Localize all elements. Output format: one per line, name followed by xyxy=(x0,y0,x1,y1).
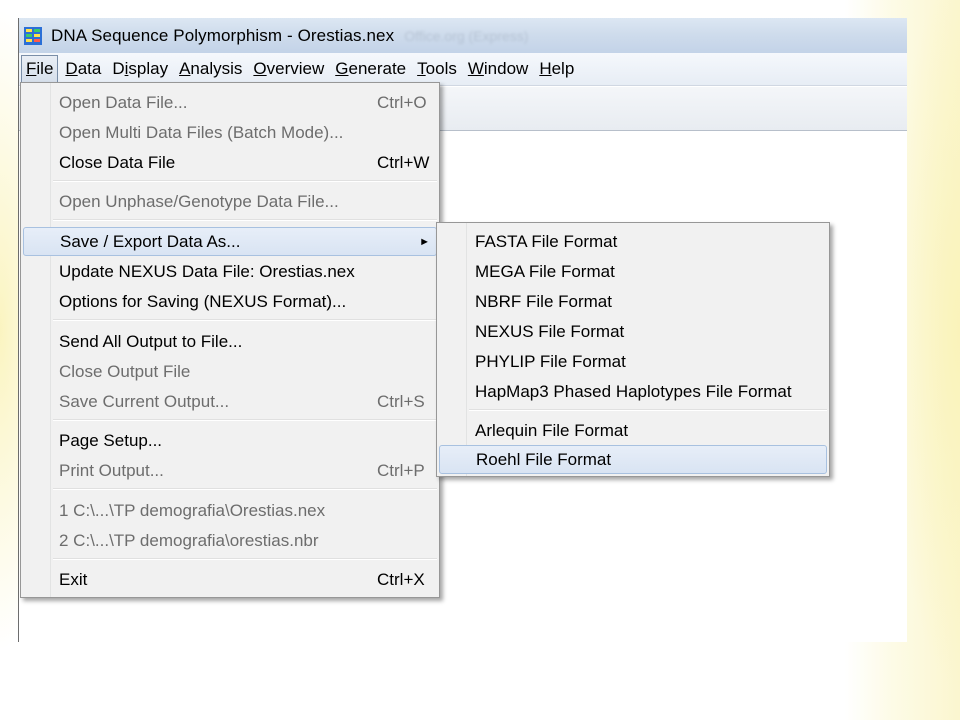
menu-item-label: 1 C:\...\TP demografia\Orestias.nex xyxy=(59,500,326,520)
menu-file-mnemonic: F xyxy=(26,59,37,78)
menu-item-send-all-output-to-file[interactable]: Send All Output to File... xyxy=(23,327,437,356)
menu-display[interactable]: Display xyxy=(108,56,172,82)
menu-analysis[interactable]: Analysis xyxy=(175,56,246,82)
title-bar: DNA Sequence Polymorphism - Orestias.nex… xyxy=(19,18,907,53)
menu-item-nexus-format[interactable]: NEXUS File Format xyxy=(439,317,827,346)
menu-item-exit[interactable]: Exit Ctrl+X xyxy=(23,565,437,594)
menu-item-label: Roehl File Format xyxy=(476,449,612,469)
menu-data-mnemonic: D xyxy=(65,59,78,78)
menu-item-mega-format[interactable]: MEGA File Format xyxy=(439,257,827,286)
menu-item-label: 2 C:\...\TP demografia\orestias.nbr xyxy=(59,530,319,550)
menu-item-phylip-format[interactable]: PHYLIP File Format xyxy=(439,347,827,376)
menu-data-rest: ata xyxy=(77,59,102,78)
menu-separator xyxy=(53,419,437,421)
dnasp-app-icon[interactable] xyxy=(24,26,42,45)
menu-item-label: Options for Saving (NEXUS Format)... xyxy=(59,291,347,311)
file-menu: Open Data File... Ctrl+O Open Multi Data… xyxy=(20,82,440,598)
window-title: DNA Sequence Polymorphism - Orestias.nex xyxy=(51,25,395,45)
menu-display-rest: splay xyxy=(128,59,169,78)
menu-separator xyxy=(469,409,827,411)
menu-analysis-rest: nalysis xyxy=(190,59,243,78)
menu-tools-rest: ools xyxy=(425,59,457,78)
menu-item-roehl-format[interactable]: Roehl File Format xyxy=(439,445,827,474)
menu-item-fasta-format[interactable]: FASTA File Format xyxy=(439,227,827,256)
menu-generate[interactable]: Generate xyxy=(331,56,410,82)
menu-item-label: Send All Output to File... xyxy=(59,331,243,351)
menu-overview-rest: verview xyxy=(266,59,325,78)
window-title-ghost: Office.org (Express) xyxy=(404,27,529,44)
menu-item-label: NBRF File Format xyxy=(475,291,612,311)
menu-generate-rest: enerate xyxy=(348,59,407,78)
menu-item-label: Arlequin File Format xyxy=(475,420,629,440)
menu-help[interactable]: Help xyxy=(535,56,578,82)
export-submenu: FASTA File Format MEGA File Format NBRF … xyxy=(436,222,830,477)
menu-item-save-current-output[interactable]: Save Current Output... Ctrl+S xyxy=(23,387,437,416)
menu-file[interactable]: File xyxy=(21,55,59,83)
menu-item-label: Open Unphase/Genotype Data File... xyxy=(59,191,339,211)
menu-window-rest: indow xyxy=(483,59,529,78)
menu-item-label: FASTA File Format xyxy=(475,231,618,251)
menu-item-label: Page Setup... xyxy=(59,430,163,450)
menu-generate-mnemonic: G xyxy=(335,59,349,78)
menu-overview-mnemonic: O xyxy=(253,59,267,78)
menu-item-label: HapMap3 Phased Haplotypes File Format xyxy=(475,381,792,401)
menu-item-recent-file-1[interactable]: 1 C:\...\TP demografia\Orestias.nex xyxy=(23,496,437,525)
menu-item-arlequin-format[interactable]: Arlequin File Format xyxy=(439,416,827,445)
menu-item-recent-file-2[interactable]: 2 C:\...\TP demografia\orestias.nbr xyxy=(23,526,437,555)
menu-item-nbrf-format[interactable]: NBRF File Format xyxy=(439,287,827,316)
menu-item-close-data-file[interactable]: Close Data File Ctrl+W xyxy=(23,148,437,177)
menu-item-open-unphase-genotype[interactable]: Open Unphase/Genotype Data File... xyxy=(23,187,437,216)
menu-window-mnemonic: W xyxy=(467,59,484,78)
chevron-right-icon: ► xyxy=(419,235,430,248)
menu-item-close-output-file[interactable]: Close Output File xyxy=(23,357,437,386)
menu-item-label: NEXUS File Format xyxy=(475,321,625,341)
menu-item-page-setup[interactable]: Page Setup... xyxy=(23,426,437,455)
menu-data[interactable]: Data xyxy=(61,56,105,82)
menu-item-label: Open Multi Data Files (Batch Mode)... xyxy=(59,122,344,142)
menu-item-shortcut: Ctrl+S xyxy=(377,391,425,411)
menu-item-hapmap3-format[interactable]: HapMap3 Phased Haplotypes File Format xyxy=(439,377,827,406)
menu-item-label: Close Output File xyxy=(59,361,191,381)
menu-separator xyxy=(53,180,437,182)
menu-help-mnemonic: H xyxy=(539,59,552,78)
menu-item-open-data-file[interactable]: Open Data File... Ctrl+O xyxy=(23,88,437,117)
menu-item-shortcut: Ctrl+X xyxy=(377,569,425,589)
menu-item-label: Exit xyxy=(59,569,88,589)
menu-window[interactable]: Window xyxy=(464,56,532,82)
menu-item-options-for-saving[interactable]: Options for Saving (NEXUS Format)... xyxy=(23,287,437,316)
menu-separator xyxy=(53,219,437,221)
menu-item-label: Save Current Output... xyxy=(59,391,230,411)
menu-separator xyxy=(53,319,437,321)
menu-separator xyxy=(53,488,437,490)
menu-item-print-output[interactable]: Print Output... Ctrl+P xyxy=(23,456,437,485)
menu-item-shortcut: Ctrl+P xyxy=(377,460,425,480)
menu-help-rest: elp xyxy=(551,59,575,78)
menu-item-label: Update NEXUS Data File: Orestias.nex xyxy=(59,261,355,281)
menu-analysis-mnemonic: A xyxy=(179,59,191,78)
menu-separator xyxy=(53,558,437,560)
menu-display-pre: D xyxy=(112,59,125,78)
menu-tools-mnemonic: T xyxy=(417,59,426,78)
menu-item-shortcut: Ctrl+W xyxy=(377,152,430,172)
menu-overview[interactable]: Overview xyxy=(249,56,328,82)
menu-item-update-nexus-data-file[interactable]: Update NEXUS Data File: Orestias.nex xyxy=(23,257,437,286)
menu-item-label: PHYLIP File Format xyxy=(475,351,626,371)
menu-tools[interactable]: Tools xyxy=(413,56,461,82)
menu-item-label: Close Data File xyxy=(59,152,176,172)
menu-file-rest: ile xyxy=(36,59,54,78)
menu-item-shortcut: Ctrl+O xyxy=(377,92,427,112)
menu-item-save-export-data-as[interactable]: Save / Export Data As... ► xyxy=(23,227,437,256)
menu-item-label: MEGA File Format xyxy=(475,261,615,281)
menu-item-label: Print Output... xyxy=(59,460,164,480)
menu-item-label: Save / Export Data As... xyxy=(60,231,241,251)
menu-item-open-multi-data-files[interactable]: Open Multi Data Files (Batch Mode)... xyxy=(23,118,437,147)
menu-item-label: Open Data File... xyxy=(59,92,188,112)
